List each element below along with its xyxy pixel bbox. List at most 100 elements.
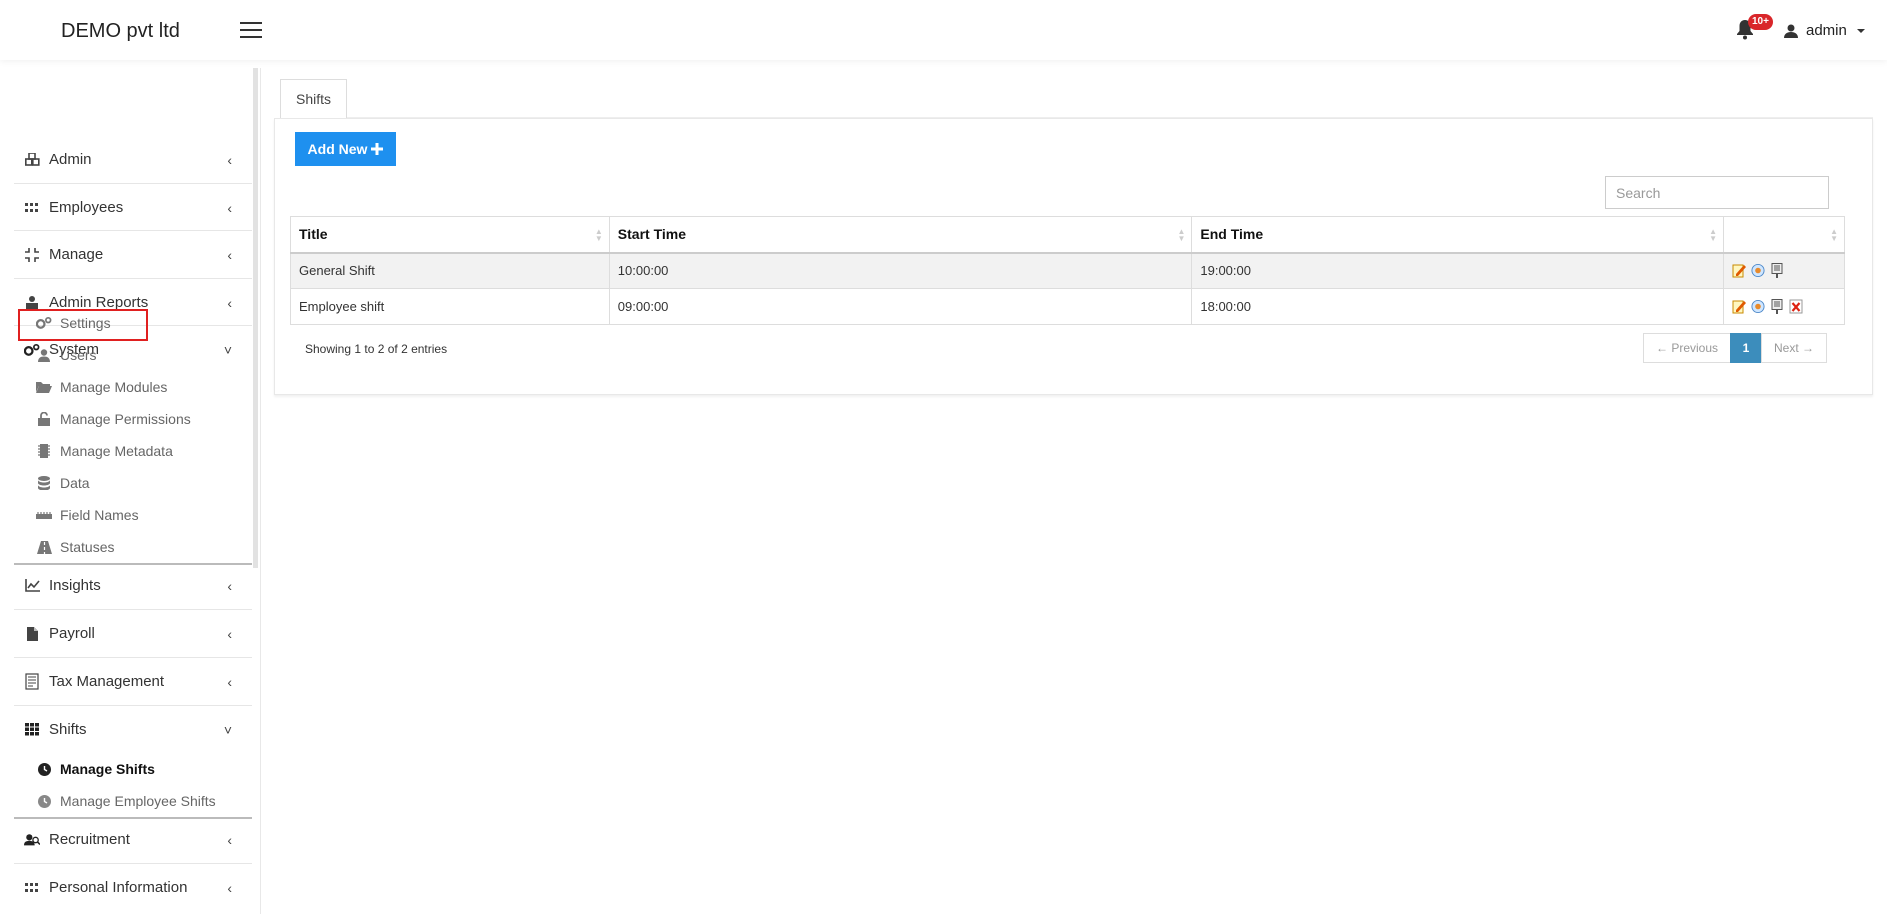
chevron-left-icon: ‹	[227, 831, 232, 848]
sidebar-scrollbar[interactable]	[253, 68, 258, 568]
add-new-label: Add New	[307, 141, 368, 157]
sidebar-item-tax-management[interactable]: Tax Management ‹	[14, 658, 252, 705]
edit-icon[interactable]	[1732, 263, 1746, 278]
sidebar: Admin ‹ Employees ‹ Manage ‹ Admin Repor…	[14, 68, 254, 916]
shifts-table: Title ▲ ▼ Start Time ▲ ▼ End Time ▲ ▼ ▲ ▼ Gener…	[290, 216, 1845, 325]
sidebar-subitem-manage-shifts[interactable]: Manage Shifts	[14, 754, 252, 784]
cell-start-time: 09:00:00	[608, 288, 1193, 325]
sidebar-item-employees[interactable]: Employees ‹	[14, 184, 252, 231]
copy-icon[interactable]	[1770, 263, 1784, 279]
pagination: ← Previous 1 Next →	[1643, 333, 1827, 363]
grid-icon	[24, 200, 40, 216]
table-header-row: Title ▲ ▼ Start Time ▲ ▼ End Time ▲ ▼ ▲ ▼	[290, 216, 1845, 254]
next-page-button[interactable]: Next →	[1761, 333, 1827, 363]
sidebar-subitem-label: Manage Shifts	[60, 761, 155, 777]
sidebar-item-admin[interactable]: Admin ‹	[14, 136, 252, 183]
chevron-left-icon: ‹	[227, 879, 232, 896]
column-header-end-time[interactable]: End Time ▲ ▼	[1191, 216, 1724, 254]
ruler-icon	[36, 507, 52, 523]
user-name: admin	[1806, 22, 1847, 39]
sidebar-item-label: Manage	[49, 246, 104, 263]
chevron-left-icon: ‹	[227, 151, 232, 168]
clock-icon	[36, 761, 52, 777]
sidebar-subitem-label: Statuses	[60, 539, 115, 555]
th-icon	[24, 722, 40, 738]
column-header-title[interactable]: Title ▲ ▼	[290, 216, 610, 254]
table-row: General Shift 10:00:00 19:00:00	[290, 252, 1845, 289]
sidebar-item-recruitment[interactable]: Recruitment ‹	[14, 816, 252, 863]
sidebar-subitem-manage-metadata[interactable]: Manage Metadata	[14, 436, 252, 466]
cell-actions	[1723, 288, 1845, 325]
add-new-button[interactable]: Add New	[295, 132, 396, 166]
table-info: Showing 1 to 2 of 2 entries	[305, 342, 448, 356]
sidebar-item-label: Tax Management	[49, 673, 165, 690]
receipt-icon	[24, 673, 40, 690]
column-header-start-time[interactable]: Start Time ▲ ▼	[608, 216, 1193, 254]
chevron-left-icon: ‹	[227, 577, 232, 594]
sidebar-subitem-statuses[interactable]: Statuses	[14, 532, 252, 562]
cell-title: General Shift	[290, 252, 610, 289]
clock-icon	[36, 793, 52, 809]
edit-icon[interactable]	[1732, 299, 1746, 314]
sort-icon: ▲ ▼	[594, 227, 603, 243]
user-search-icon	[24, 832, 40, 848]
sidebar-item-payroll[interactable]: Payroll ‹	[14, 610, 252, 657]
delete-icon[interactable]	[1789, 299, 1803, 314]
tab-shifts[interactable]: Shifts	[280, 79, 347, 118]
view-icon[interactable]	[1751, 263, 1765, 278]
cell-end-time: 19:00:00	[1191, 252, 1724, 289]
sidebar-item-label: Recruitment	[49, 831, 130, 848]
sidebar-subitem-label: Field Names	[60, 507, 139, 523]
sidebar-subitem-manage-permissions[interactable]: Manage Permissions	[14, 404, 252, 434]
page-1-button[interactable]: 1	[1730, 333, 1762, 363]
search-input[interactable]	[1605, 176, 1829, 209]
view-icon[interactable]	[1751, 299, 1765, 314]
sidebar-item-personal-information[interactable]: Personal Information ‹	[14, 864, 252, 911]
microchip-icon	[36, 443, 52, 459]
sidebar-edge	[260, 68, 261, 914]
sidebar-item-label: Shifts	[49, 721, 87, 738]
cubes-icon	[24, 152, 40, 168]
grid-icon	[24, 880, 40, 896]
sidebar-subitem-data[interactable]: Data	[14, 468, 252, 498]
sidebar-subitem-manage-employee-shifts[interactable]: Manage Employee Shifts	[14, 786, 252, 816]
highlight-box	[18, 309, 148, 341]
sidebar-item-shifts[interactable]: Shifts ˅	[14, 706, 252, 753]
sidebar-subitem-field-names[interactable]: Field Names	[14, 500, 252, 530]
sidebar-subitem-users[interactable]: Users	[14, 340, 252, 370]
sidebar-subitem-label: Manage Metadata	[60, 443, 173, 459]
plus-icon	[371, 143, 384, 155]
copy-icon[interactable]	[1770, 299, 1784, 314]
folder-open-icon	[36, 379, 52, 395]
caret-down-icon	[1856, 28, 1865, 33]
sidebar-item-label: Payroll	[49, 625, 95, 642]
notification-badge: 10+	[1748, 14, 1773, 30]
user-icon	[1784, 24, 1798, 38]
compress-icon	[24, 247, 40, 263]
cell-end-time: 18:00:00	[1191, 288, 1724, 325]
hamburger-menu-icon[interactable]	[240, 22, 262, 38]
sort-icon: ▲ ▼	[1830, 227, 1838, 243]
road-icon	[36, 539, 52, 555]
sidebar-item-manage[interactable]: Manage ‹	[14, 231, 252, 278]
brand-title: DEMO pvt ltd	[61, 20, 180, 42]
chevron-left-icon: ‹	[227, 625, 232, 642]
user-menu[interactable]: admin	[1784, 22, 1865, 39]
chevron-left-icon: ‹	[227, 199, 232, 216]
table-row: Employee shift 09:00:00 18:00:00	[290, 288, 1845, 325]
chevron-down-icon: ˅	[223, 721, 232, 738]
column-header-actions[interactable]: ▲ ▼	[1723, 216, 1845, 254]
sidebar-subitem-label: Manage Employee Shifts	[60, 793, 216, 809]
sidebar-subitem-manage-modules[interactable]: Manage Modules	[14, 372, 252, 402]
chevron-left-icon: ‹	[227, 246, 232, 263]
sidebar-item-label: Employees	[49, 199, 124, 216]
sidebar-item-insights[interactable]: Insights ‹	[14, 562, 252, 609]
sidebar-subitem-label: Manage Permissions	[60, 411, 191, 427]
cell-title: Employee shift	[290, 288, 610, 325]
top-bar: DEMO pvt ltd 10+ admin	[0, 0, 1887, 60]
cell-start-time: 10:00:00	[608, 252, 1193, 289]
sidebar-item-label: Personal Information	[49, 879, 188, 896]
user-icon	[36, 347, 52, 363]
sidebar-subitem-label: Users	[60, 347, 97, 363]
previous-page-button[interactable]: ← Previous	[1643, 333, 1731, 363]
